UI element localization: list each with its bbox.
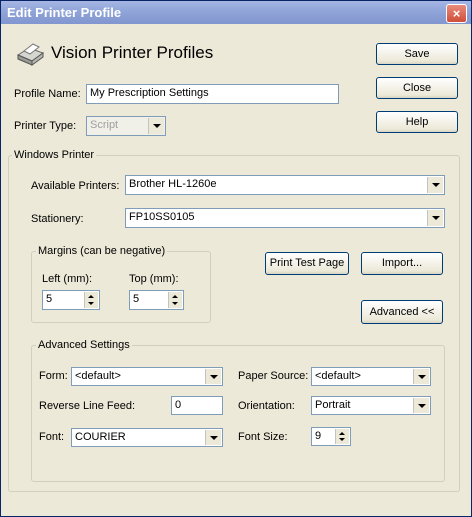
print-test-page-button[interactable]: Print Test Page (265, 252, 349, 275)
spin-arrows-icon[interactable] (168, 292, 182, 308)
available-printers-select[interactable]: Brother HL-1260e (125, 175, 445, 195)
printer-type-value: Script (90, 119, 119, 131)
close-icon[interactable]: × (446, 4, 467, 23)
chevron-down-icon (413, 369, 429, 384)
chevron-down-icon (427, 210, 443, 226)
printer-icon (16, 43, 45, 66)
form-select[interactable]: <default> (71, 367, 223, 386)
chevron-down-icon (205, 369, 221, 384)
left-margin-stepper[interactable]: 5 (42, 290, 100, 310)
form-value: <default> (75, 370, 121, 382)
chevron-down-icon (205, 430, 221, 445)
top-margin-label: Top (mm): (129, 273, 179, 285)
spin-arrows-icon[interactable] (84, 292, 98, 308)
reverse-line-feed-input[interactable]: 0 (171, 396, 223, 415)
chevron-down-icon (413, 398, 429, 413)
font-value: COURIER (75, 431, 126, 443)
title-bar: Edit Printer Profile × (1, 1, 471, 24)
windows-printer-legend: Windows Printer (12, 149, 97, 161)
margins-legend: Margins (can be negative) (36, 245, 168, 257)
paper-source-label: Paper Source: (238, 370, 309, 382)
reverse-line-feed-label: Reverse Line Feed: (39, 400, 135, 412)
top-margin-value: 5 (133, 293, 140, 305)
paper-source-select[interactable]: <default> (311, 367, 431, 386)
import-button[interactable]: Import... (361, 252, 443, 275)
font-size-value: 9 (315, 430, 322, 442)
font-label: Font: (39, 431, 65, 443)
edit-printer-profile-window: Edit Printer Profile × Vision Printer Pr… (0, 0, 472, 517)
orientation-select[interactable]: Portrait (311, 396, 431, 415)
left-margin-value: 5 (46, 293, 53, 305)
top-margin-stepper[interactable]: 5 (129, 290, 184, 310)
font-size-label: Font Size: (238, 431, 288, 443)
close-button[interactable]: Close (376, 77, 458, 99)
available-printers-label: Available Printers: (31, 180, 120, 192)
form-label: Form: (39, 370, 68, 382)
advanced-toggle-button[interactable]: Advanced << (361, 300, 443, 324)
help-button[interactable]: Help (376, 111, 458, 133)
paper-source-value: <default> (315, 370, 361, 382)
advanced-settings-legend: Advanced Settings (36, 339, 132, 351)
margins-group (31, 251, 211, 323)
font-select[interactable]: COURIER (71, 428, 223, 447)
printer-type-label: Printer Type: (14, 120, 77, 132)
stationery-value: FP10SS0105 (129, 211, 195, 223)
chevron-down-icon (148, 118, 164, 134)
save-button[interactable]: Save (376, 43, 458, 65)
font-size-stepper[interactable]: 9 (311, 427, 351, 446)
orientation-value: Portrait (315, 399, 351, 411)
spin-arrows-icon[interactable] (335, 429, 349, 444)
available-printers-value: Brother HL-1260e (129, 178, 217, 190)
chevron-down-icon (427, 177, 443, 193)
window-title: Edit Printer Profile (7, 5, 122, 20)
left-margin-label: Left (mm): (42, 273, 93, 285)
profile-name-input[interactable]: My Prescription Settings (86, 84, 339, 104)
page-title: Vision Printer Profiles (51, 43, 214, 62)
stationery-label: Stationery: (31, 213, 84, 225)
stationery-select[interactable]: FP10SS0105 (125, 208, 445, 228)
profile-name-label: Profile Name: (14, 88, 81, 100)
orientation-label: Orientation: (238, 400, 295, 412)
printer-type-select[interactable]: Script (86, 116, 166, 136)
